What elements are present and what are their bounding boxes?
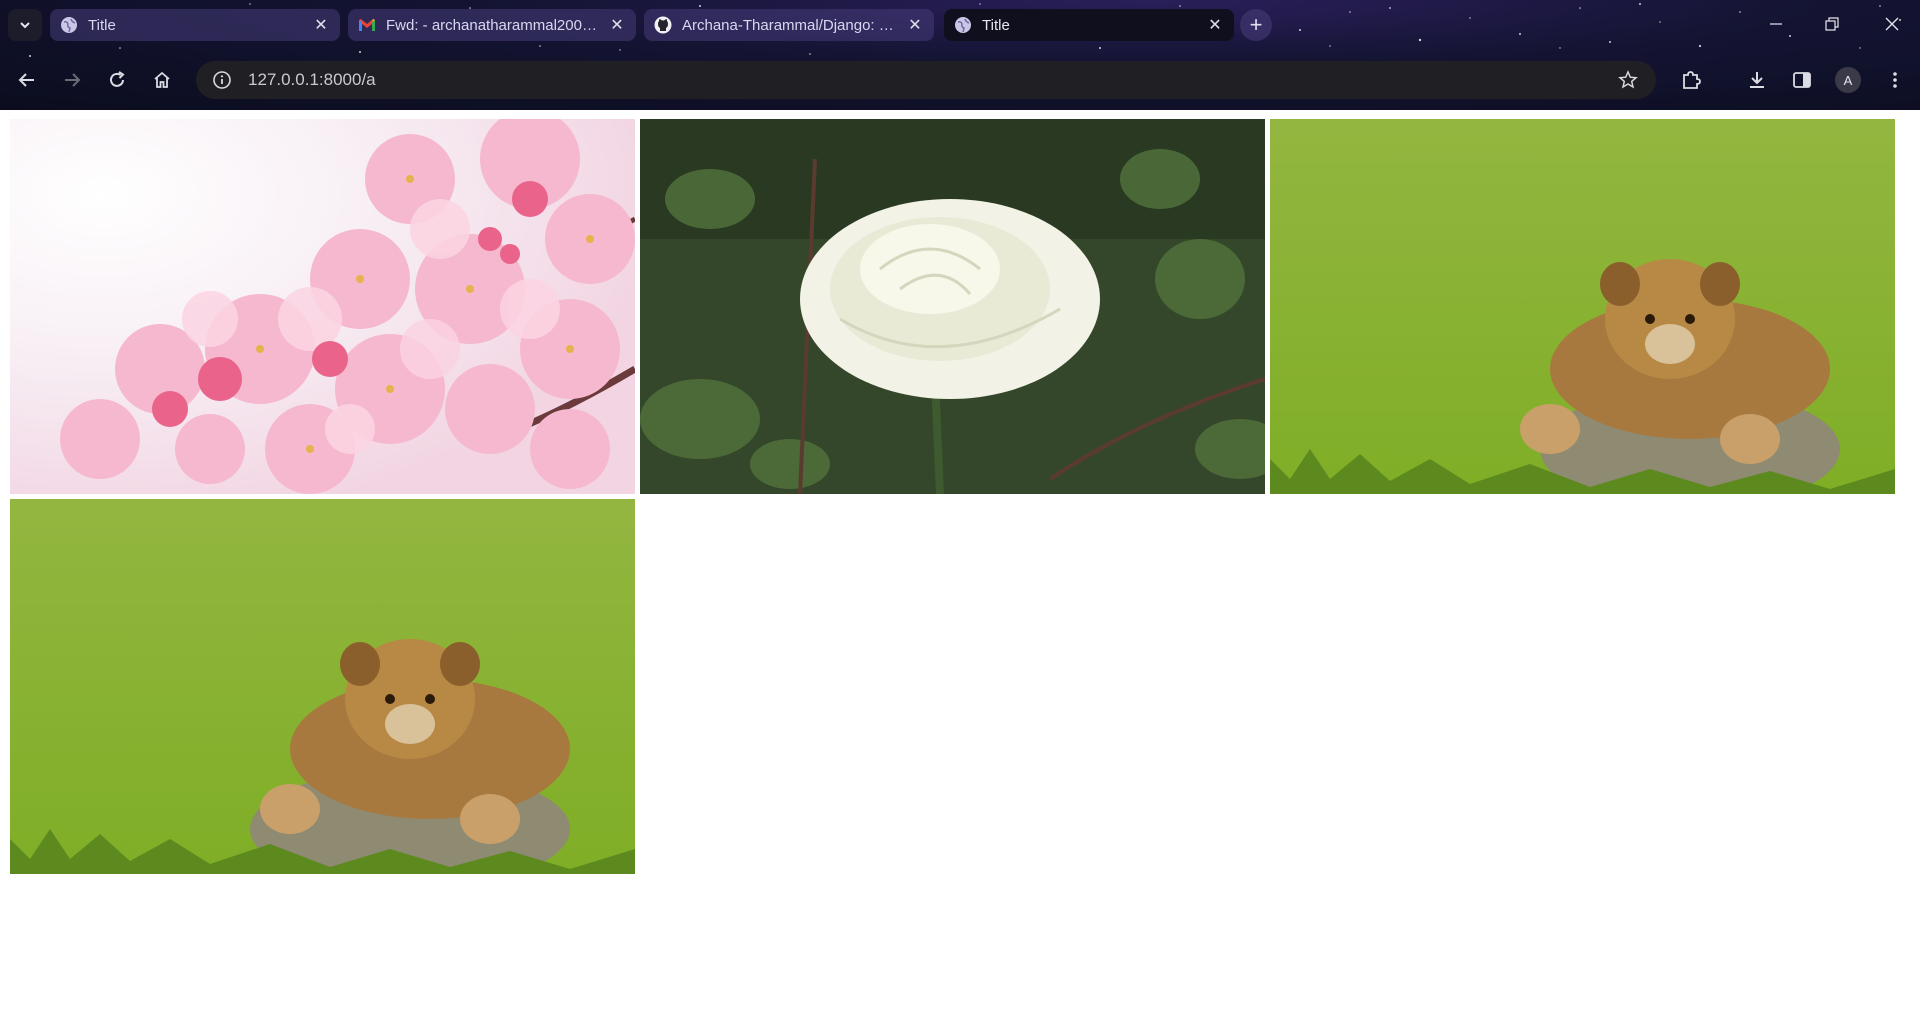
reload-icon [110,71,125,87]
minimize-icon [1770,23,1782,25]
tab-4-active[interactable]: Title ✕ [944,9,1234,41]
side-panel-icon [1793,72,1811,88]
menu-button[interactable] [1880,65,1910,95]
close-tab-icon[interactable]: ✕ [608,16,626,34]
minimize-button[interactable] [1756,10,1796,38]
extensions-button[interactable] [1676,65,1706,95]
close-tab-icon[interactable]: ✕ [312,16,330,34]
bookmark-star-icon[interactable] [1614,66,1642,94]
profile-avatar[interactable]: A [1835,67,1861,93]
plus-icon: + [1249,12,1263,37]
address-bar[interactable] [196,61,1656,99]
chevron-down-icon [20,22,30,29]
tab-search-button[interactable] [8,9,42,41]
tab-2[interactable]: Fwd: - archanatharammal2001@gmail.com ✕ [348,9,636,41]
tab-title: Title [88,16,116,34]
gmail-icon [358,16,376,34]
site-info-icon[interactable] [210,68,234,92]
close-tab-icon[interactable]: ✕ [1206,16,1224,34]
new-tab-button[interactable]: + [1240,9,1272,41]
tab-title: Archana-Tharammal/Django: Django [682,16,896,34]
url-input[interactable] [248,70,1614,90]
side-panel-button[interactable] [1787,65,1817,95]
lion-cub-image [1270,119,1895,494]
more-vert-icon [1893,72,1897,88]
forward-button[interactable] [57,65,87,95]
lion-cub-image [10,499,635,874]
downloads-button[interactable] [1742,65,1772,95]
tab-1[interactable]: Title ✕ [50,9,340,41]
tab-3[interactable]: Archana-Tharammal/Django: Django ✕ [644,9,934,41]
cherry-blossom-image [10,119,635,494]
home-button[interactable] [147,65,177,95]
globe-icon [60,16,78,34]
restore-button[interactable] [1812,10,1852,38]
white-rose-image [640,119,1265,494]
close-tab-icon[interactable]: ✕ [906,16,924,34]
arrow-right-icon [65,73,81,87]
restore-icon [1825,17,1839,31]
tab-title: Fwd: - archanatharammal2001@gmail.com [386,16,598,34]
browser-chrome: Title ✕ Fwd: - archanatharammal2001@gmai… [0,0,1920,110]
puzzle-icon [1683,71,1701,89]
browser-toolbar: A [0,50,1920,110]
close-window-button[interactable] [1872,10,1912,38]
close-icon [1885,17,1899,31]
arrow-left-icon [18,73,34,87]
download-icon [1750,72,1764,88]
github-icon [654,16,672,34]
page-content [0,110,1920,1020]
back-button[interactable] [12,65,42,95]
tab-strip: Title ✕ Fwd: - archanatharammal2001@gmai… [0,0,1920,50]
reload-button[interactable] [102,65,132,95]
tab-title: Title [982,16,1010,34]
globe-icon [954,16,972,34]
home-icon [154,71,170,88]
